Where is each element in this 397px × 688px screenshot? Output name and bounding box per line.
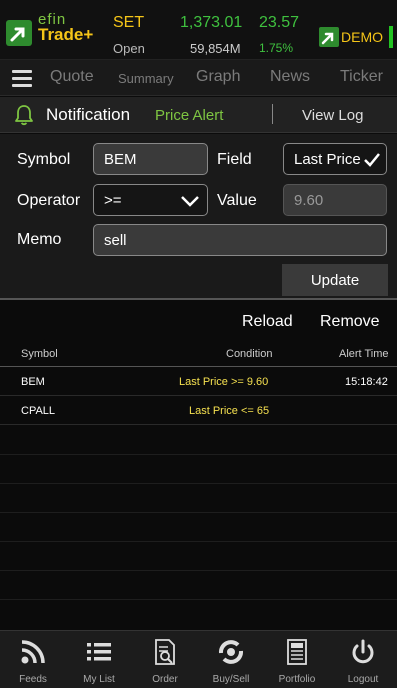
table-row[interactable]: BEM Last Price >= 9.60 15:18:42 bbox=[0, 368, 397, 396]
nav-order-label: Order bbox=[152, 674, 178, 685]
field-select[interactable]: Last Price bbox=[283, 143, 387, 175]
symbol-input[interactable]: BEM bbox=[93, 143, 208, 175]
row-separator bbox=[0, 512, 397, 513]
nav-my-list-label: My List bbox=[83, 674, 115, 685]
buysell-icon bbox=[218, 640, 244, 664]
bottom-nav: Feeds My List Order Buy/Sell Portfolio L… bbox=[0, 630, 397, 688]
symbol-value: BEM bbox=[104, 150, 137, 168]
operator-label: Operator bbox=[17, 192, 81, 209]
order-icon bbox=[155, 639, 175, 665]
nav-feeds-label: Feeds bbox=[19, 674, 47, 685]
power-icon bbox=[352, 639, 374, 664]
list-actions: Reload Remove bbox=[0, 298, 397, 342]
row-alert-time: 15:18:42 bbox=[345, 376, 388, 388]
tab-quote[interactable]: Quote bbox=[50, 68, 94, 86]
index-change: 23.57 bbox=[259, 14, 300, 31]
table-row[interactable]: CPALL Last Price <= 65 bbox=[0, 397, 397, 425]
tab-view-log[interactable]: View Log bbox=[302, 107, 363, 124]
field-label: Field bbox=[217, 151, 252, 168]
nav-portfolio[interactable]: Portfolio bbox=[264, 631, 330, 688]
row-condition: Last Price >= 9.60 bbox=[179, 376, 269, 388]
row-separator bbox=[0, 483, 397, 484]
remove-button[interactable]: Remove bbox=[320, 313, 380, 331]
memo-value: sell bbox=[104, 231, 127, 249]
row-separator bbox=[0, 570, 397, 571]
market-volume: 59,854M bbox=[190, 41, 241, 56]
top-nav: Quote Summary Graph News Ticker bbox=[0, 60, 397, 96]
list-icon bbox=[87, 643, 111, 661]
demo-label: DEMO bbox=[341, 29, 383, 45]
value-input[interactable]: 9.60 bbox=[283, 184, 387, 216]
row-condition: Last Price <= 65 bbox=[189, 405, 270, 417]
memo-label: Memo bbox=[17, 231, 62, 248]
operator-select[interactable]: >= bbox=[93, 184, 208, 216]
nav-feeds[interactable]: Feeds bbox=[0, 631, 66, 688]
column-alert-time: Alert Time bbox=[339, 348, 389, 360]
market-header: efin Trade+ SET Open 1,373.01 23.57 59,8… bbox=[0, 0, 397, 60]
alert-subtabs: Notification Price Alert View Log bbox=[0, 97, 397, 133]
tab-summary[interactable]: Summary bbox=[118, 71, 174, 86]
column-condition: Condition bbox=[226, 348, 273, 360]
operator-value: >= bbox=[104, 191, 122, 209]
checkmark-icon bbox=[364, 153, 380, 167]
demo-logo-icon bbox=[319, 27, 339, 47]
tab-graph[interactable]: Graph bbox=[196, 68, 240, 86]
field-value: Last Price bbox=[294, 150, 361, 168]
row-symbol: CPALL bbox=[21, 405, 56, 417]
bell-icon bbox=[14, 104, 34, 126]
tab-price-alert[interactable]: Price Alert bbox=[155, 107, 223, 124]
tab-divider bbox=[272, 104, 273, 124]
column-symbol: Symbol bbox=[21, 348, 58, 360]
symbol-label: Symbol bbox=[17, 151, 71, 168]
row-symbol: BEM bbox=[21, 376, 45, 388]
nav-logout-label: Logout bbox=[347, 674, 379, 685]
market-status: Open bbox=[113, 41, 145, 56]
row-separator bbox=[0, 454, 397, 455]
market-name: SET bbox=[113, 14, 145, 31]
nav-logout[interactable]: Logout bbox=[330, 631, 396, 688]
menu-icon[interactable] bbox=[12, 70, 32, 87]
row-separator bbox=[0, 599, 397, 600]
memo-input[interactable]: sell bbox=[93, 224, 387, 256]
connection-indicator bbox=[389, 26, 393, 48]
value-value: 9.60 bbox=[294, 191, 324, 209]
feeds-icon bbox=[21, 640, 45, 664]
brand-trade: Trade+ bbox=[38, 25, 94, 44]
tab-news[interactable]: News bbox=[270, 68, 310, 86]
row-separator bbox=[0, 541, 397, 542]
tab-ticker[interactable]: Ticker bbox=[340, 68, 383, 86]
efin-logo-icon bbox=[6, 20, 32, 46]
demo-badge[interactable]: DEMO bbox=[319, 26, 393, 48]
chevron-down-icon bbox=[181, 196, 199, 207]
portfolio-icon bbox=[287, 639, 307, 665]
nav-order[interactable]: Order bbox=[132, 631, 198, 688]
tab-notification[interactable]: Notification bbox=[46, 105, 130, 125]
alert-table-header: Symbol Condition Alert Time bbox=[0, 343, 397, 367]
nav-my-list[interactable]: My List bbox=[66, 631, 132, 688]
reload-button[interactable]: Reload bbox=[242, 313, 293, 331]
value-label: Value bbox=[217, 192, 257, 209]
index-value: 1,373.01 bbox=[180, 14, 243, 31]
nav-buy-sell-label: Buy/Sell bbox=[212, 674, 250, 685]
change-percent: 1.75% bbox=[259, 41, 294, 55]
update-button[interactable]: Update bbox=[282, 264, 388, 296]
brand-name: efin Trade+ bbox=[38, 12, 94, 44]
price-alert-form: Symbol BEM Field Last Price Operator >= … bbox=[0, 134, 397, 298]
nav-buy-sell[interactable]: Buy/Sell bbox=[198, 631, 264, 688]
nav-portfolio-label: Portfolio bbox=[278, 674, 316, 685]
